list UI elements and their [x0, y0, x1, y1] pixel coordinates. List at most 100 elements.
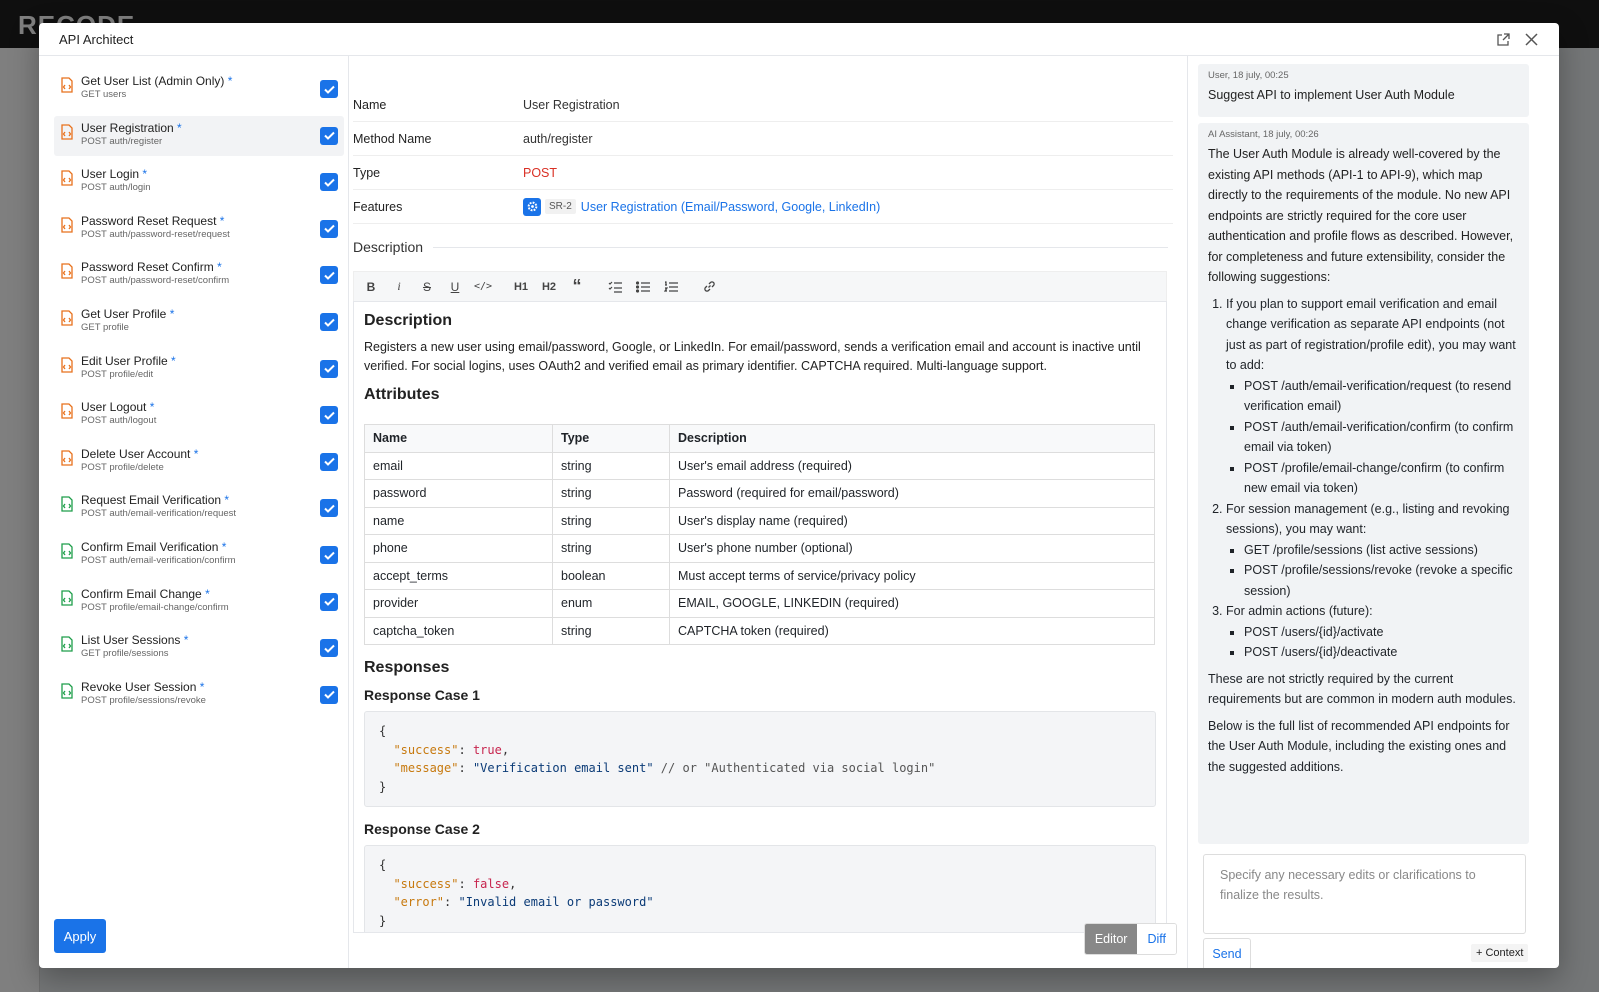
checkbox[interactable]: [320, 546, 338, 564]
column-header: Description: [669, 424, 1155, 453]
api-method-item[interactable]: Request Email Verification * POST auth/em…: [54, 488, 344, 528]
method-name-value[interactable]: auth/register: [523, 132, 592, 146]
checkbox[interactable]: [320, 219, 338, 238]
italic-button[interactable]: i: [388, 276, 410, 298]
api-method-item[interactable]: Edit User Profile * POST profile/edit: [54, 349, 344, 389]
checkbox[interactable]: [320, 639, 338, 658]
quote-button[interactable]: “: [566, 276, 588, 298]
table-cell: string: [552, 616, 670, 645]
api-method-item[interactable]: Get User Profile * GET profile: [54, 302, 344, 342]
code-error-value: "Invalid email or password": [458, 895, 654, 909]
table-cell: password: [364, 479, 553, 508]
underline-button[interactable]: U: [444, 276, 466, 298]
table-cell: boolean: [552, 561, 670, 590]
diff-toggle-button[interactable]: Diff: [1137, 924, 1176, 954]
description-label: Description: [353, 239, 424, 255]
api-method-endpoint: POST auth/email-verification/confirm: [81, 555, 236, 566]
checkbox[interactable]: [320, 313, 338, 331]
api-method-endpoint: GET users: [81, 89, 127, 100]
open-external-icon[interactable]: [1495, 31, 1511, 47]
checkbox[interactable]: [320, 80, 338, 98]
table-cell: Must accept terms of service/privacy pol…: [669, 561, 1155, 590]
document-icon: [61, 450, 73, 466]
modal-header: API Architect: [39, 23, 1559, 56]
checkbox[interactable]: [320, 266, 338, 285]
api-method-item[interactable]: List User Sessions * GET profile/sessions: [54, 628, 344, 668]
checklist-button[interactable]: [604, 276, 626, 298]
feature-link[interactable]: User Registration (Email/Password, Googl…: [581, 200, 880, 214]
checkbox[interactable]: [320, 406, 338, 425]
api-method-item[interactable]: Confirm Email Change * POST profile/email…: [54, 582, 344, 622]
api-method-title: User Logout *: [81, 400, 155, 415]
checkbox[interactable]: [320, 173, 338, 192]
link-button[interactable]: [698, 276, 720, 298]
api-method-item[interactable]: Confirm Email Verification * POST auth/em…: [54, 535, 344, 575]
table-row: phone string User's phone number (optional…: [364, 534, 1155, 563]
code-message-value: "Verification email sent": [472, 761, 654, 775]
api-method-item[interactable]: User Login * POST auth/login: [54, 162, 344, 202]
api-method-item[interactable]: Password Reset Confirm * POST auth/passwo…: [54, 255, 344, 295]
suggestion-item: For admin actions (future):POST /users/{…: [1226, 601, 1519, 663]
ai-intro-text: The User Auth Module is already well-cov…: [1208, 147, 1514, 284]
table-row: accept_terms boolean Must accept terms of …: [364, 561, 1155, 590]
table-cell: EMAIL, GOOGLE, LINKEDIN (required): [669, 589, 1155, 618]
response-case-1-code: { "success": true, "message": "Verificat…: [364, 711, 1156, 807]
send-button[interactable]: Send: [1203, 938, 1251, 968]
api-method-item[interactable]: Revoke User Session * POST profile/sessio…: [54, 675, 344, 715]
table-row: name string User's display name (required): [364, 506, 1155, 535]
api-method-endpoint: POST auth/logout: [81, 415, 157, 427]
api-method-endpoint: POST profile/edit: [81, 368, 154, 380]
api-method-endpoint: POST auth/login: [81, 182, 151, 194]
checkbox[interactable]: [320, 592, 338, 611]
type-value[interactable]: POST: [523, 166, 557, 180]
apply-button[interactable]: Apply: [54, 919, 106, 953]
api-method-item[interactable]: User Registration * POST auth/register: [54, 115, 344, 156]
document-icon: [61, 403, 73, 419]
chat-prompt-input[interactable]: Specify any necessary edits or clarifica…: [1203, 854, 1526, 934]
response-case-2-title: Response Case 2: [364, 821, 480, 837]
api-method-item[interactable]: Delete User Account * POST profile/delete: [54, 442, 344, 482]
code-button[interactable]: </>: [472, 276, 494, 298]
editor-toggle-button[interactable]: Editor: [1084, 924, 1138, 954]
name-value[interactable]: User Registration: [523, 98, 620, 112]
add-context-button[interactable]: + Context: [1471, 944, 1529, 962]
heading1-button[interactable]: H1: [510, 276, 532, 298]
api-method-title: Password Reset Confirm *: [81, 260, 222, 275]
document-icon: [61, 636, 73, 652]
checkbox[interactable]: [320, 359, 338, 378]
api-method-item[interactable]: Get User List (Admin Only) * GET users: [54, 69, 344, 109]
strikethrough-button[interactable]: S: [416, 276, 438, 298]
description-editor[interactable]: Description Registers a new user using e…: [353, 301, 1167, 933]
api-method-title: Revoke User Session *: [81, 679, 205, 694]
api-method-endpoint: POST profile/email-change/confirm: [81, 601, 229, 613]
name-row: Name User Registration: [353, 88, 1173, 122]
api-method-title: Get User Profile *: [81, 307, 175, 321]
bullet-list-button[interactable]: [632, 276, 654, 298]
editor-toolbar: B i S U </> H1 H2 “: [353, 271, 1167, 301]
table-header-row: Name Type Description: [364, 424, 1155, 453]
api-method-endpoint: POST auth/password-reset/confirm: [81, 275, 230, 287]
method-name-label: Method Name: [353, 131, 432, 146]
doc-heading-responses: Responses: [364, 659, 450, 676]
features-label: Features: [353, 199, 403, 214]
checkbox[interactable]: [320, 126, 338, 145]
close-icon[interactable]: [1523, 31, 1539, 47]
checkbox[interactable]: [320, 452, 338, 471]
document-icon: [61, 217, 73, 233]
numbered-list-button[interactable]: [660, 276, 682, 298]
checkbox[interactable]: [320, 685, 338, 704]
heading2-button[interactable]: H2: [538, 276, 560, 298]
code-success-value: false: [472, 876, 510, 891]
suggested-endpoint: POST /auth/email-verification/request (t…: [1244, 376, 1519, 417]
ai-chat-panel: User, 18 july, 00:25 Suggest API to impl…: [1187, 56, 1559, 968]
api-method-item[interactable]: Password Reset Request * POST auth/passwo…: [54, 209, 344, 249]
api-method-list: Get User List (Admin Only) * GET users Use…: [39, 56, 349, 968]
api-method-title: Password Reset Request *: [81, 213, 225, 228]
suggested-endpoint: POST /users/{id}/activate: [1244, 622, 1519, 643]
api-method-endpoint: GET profile: [81, 322, 129, 333]
checkbox[interactable]: [320, 499, 338, 518]
type-label: Type: [353, 165, 381, 180]
api-method-title: Edit User Profile *: [81, 353, 176, 368]
bold-button[interactable]: B: [360, 276, 382, 298]
api-method-item[interactable]: User Logout * POST auth/logout: [54, 395, 344, 435]
